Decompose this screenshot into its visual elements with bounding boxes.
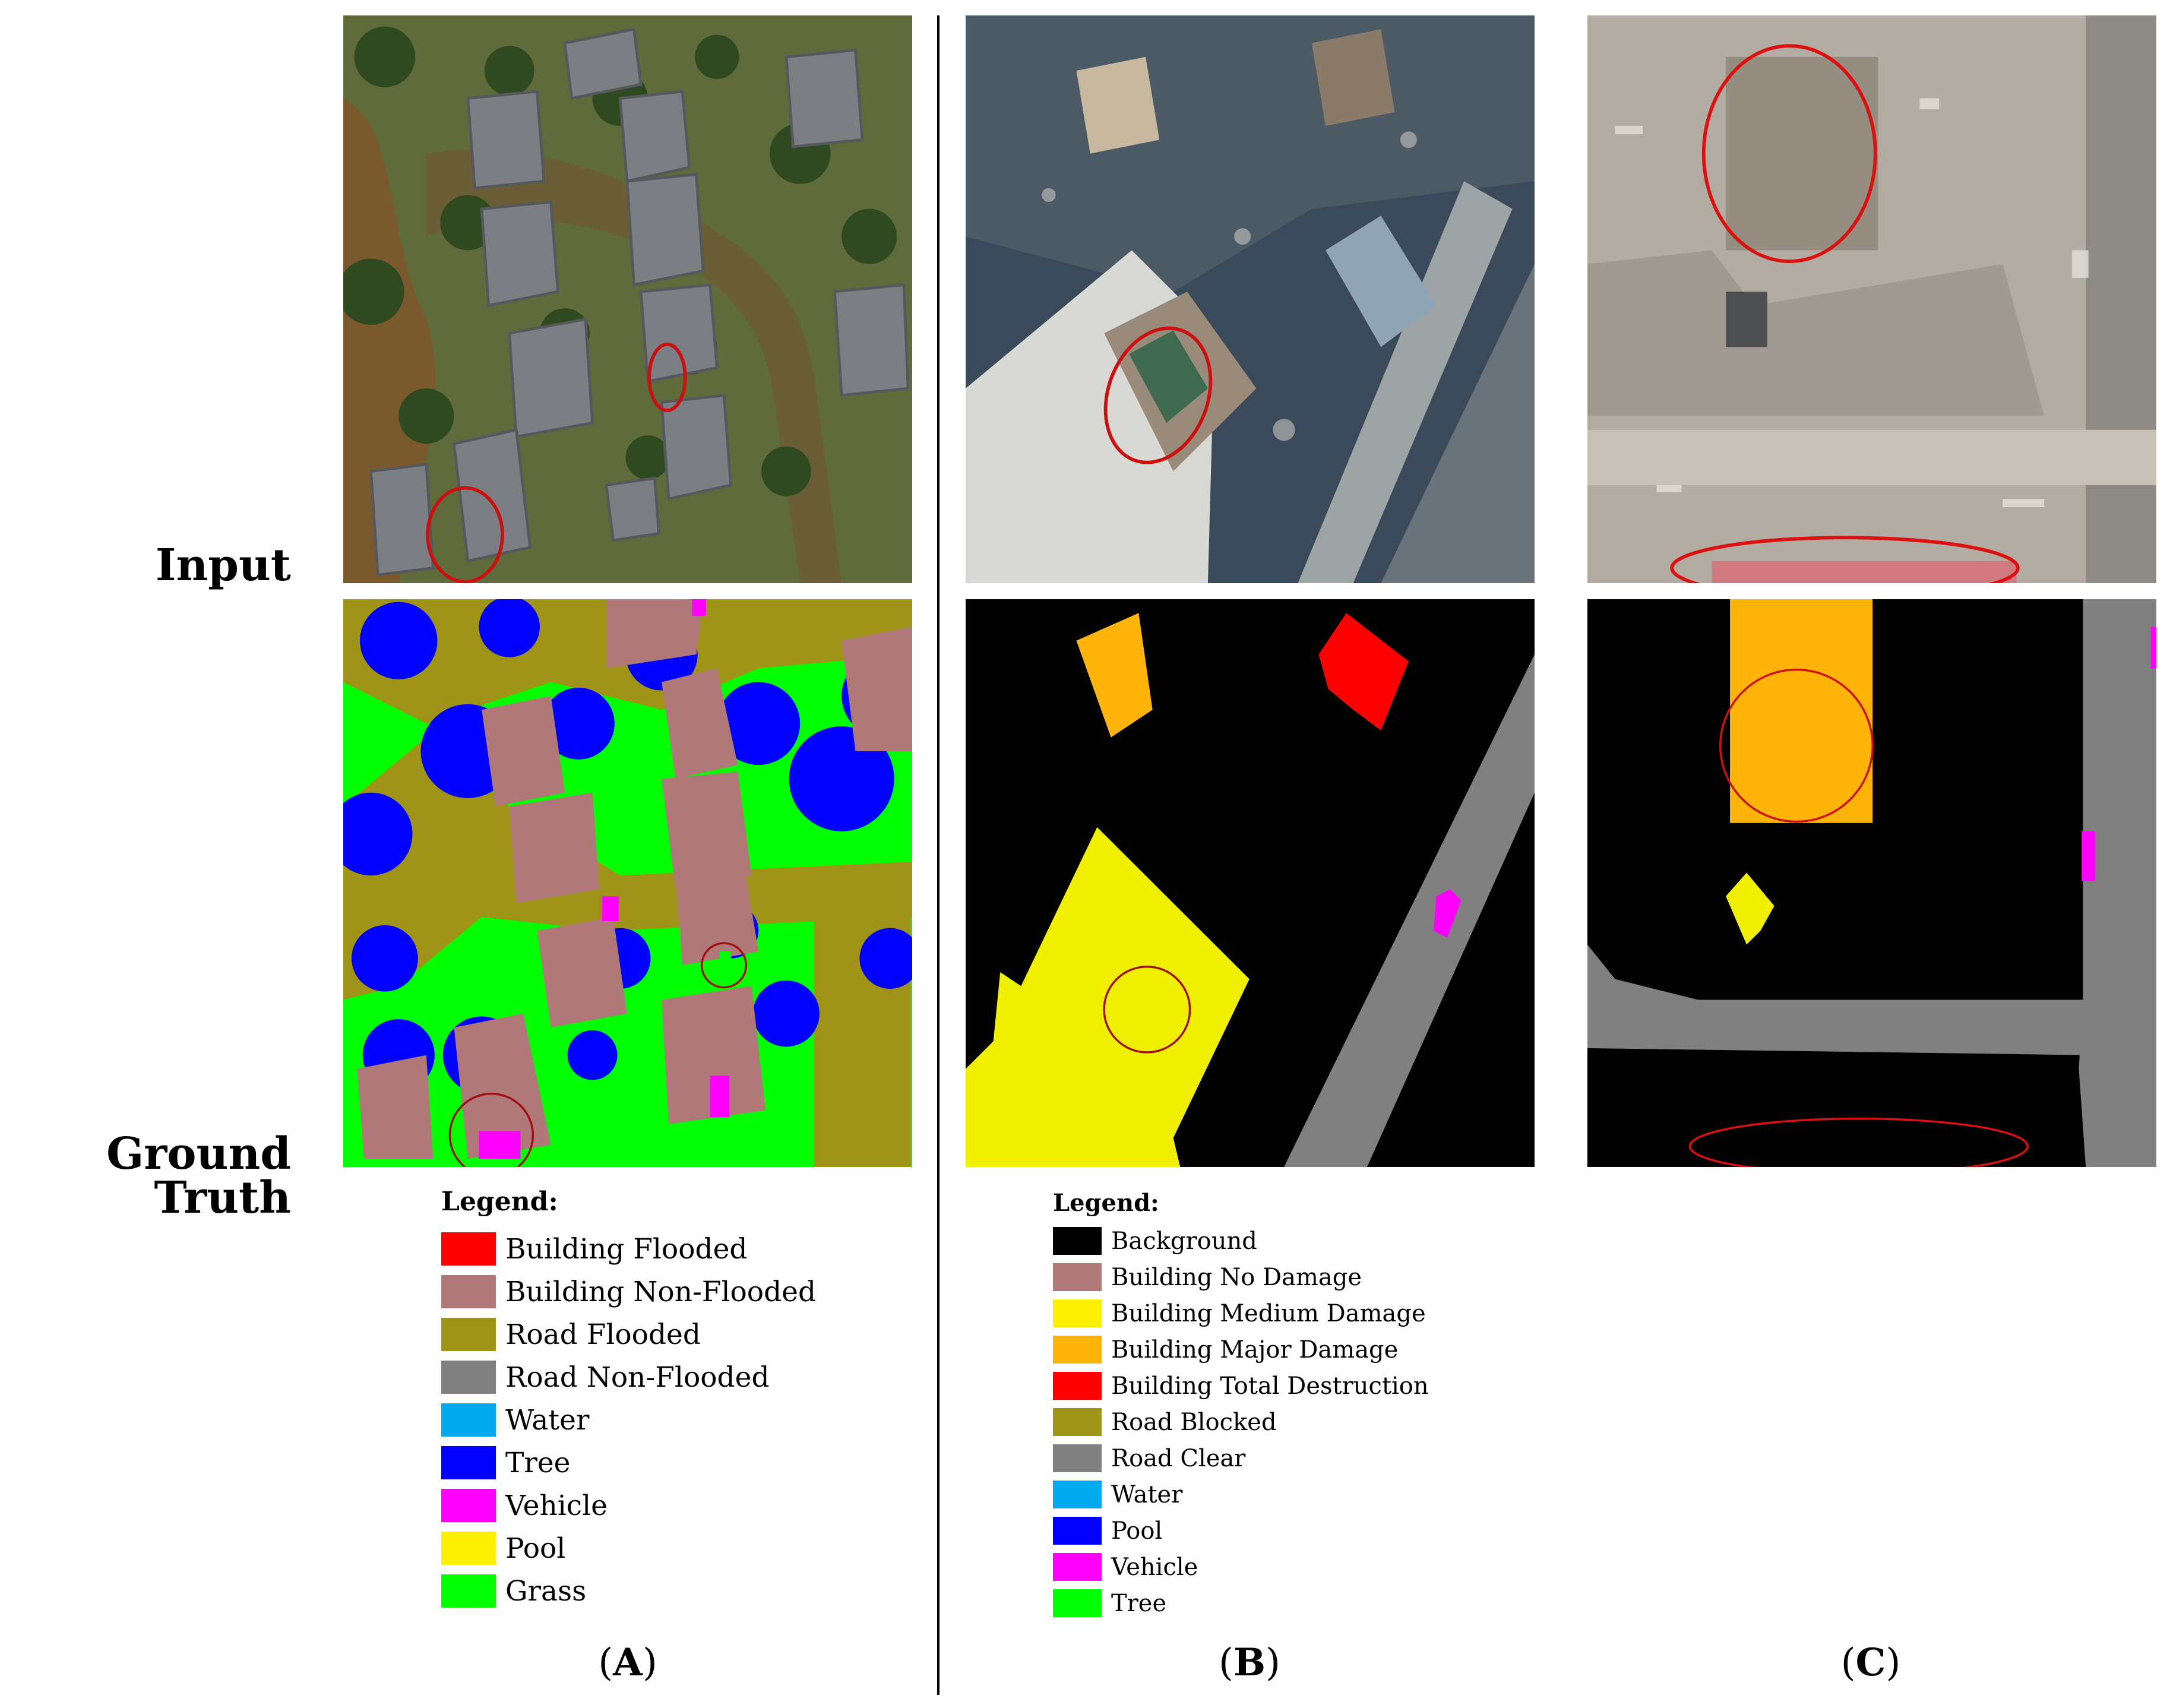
legend-swatch bbox=[441, 1574, 496, 1608]
ground-truth-b bbox=[966, 599, 1535, 1167]
legend-swatch bbox=[1053, 1589, 1102, 1617]
input-image-a bbox=[343, 15, 912, 583]
legend-item: Vehicle bbox=[441, 1484, 816, 1527]
legend-b: Legend: Background Building No Damage Buil… bbox=[1053, 1189, 1429, 1621]
legend-swatch bbox=[1053, 1553, 1102, 1581]
legend-swatch bbox=[1053, 1408, 1102, 1436]
legend-a: Legend: Building Flooded Building Non-Flo… bbox=[441, 1187, 816, 1612]
legend-label: Building Total Destruction bbox=[1111, 1372, 1429, 1400]
legend-swatch bbox=[1053, 1263, 1102, 1291]
legend-item: Building Non-Flooded bbox=[441, 1270, 816, 1313]
legend-item: Water bbox=[1053, 1476, 1429, 1513]
legend-label: Grass bbox=[505, 1574, 587, 1608]
legend-swatch bbox=[441, 1318, 496, 1351]
legend-swatch bbox=[441, 1489, 496, 1522]
row-label-input: Input bbox=[155, 540, 291, 591]
legend-item: Road Flooded bbox=[441, 1313, 816, 1356]
legend-label: Tree bbox=[505, 1446, 571, 1479]
legend-item: Building Major Damage bbox=[1053, 1331, 1429, 1368]
legend-label: Water bbox=[505, 1403, 590, 1437]
legend-item: Road Non-Flooded bbox=[441, 1356, 816, 1399]
legend-label: Pool bbox=[1111, 1517, 1163, 1545]
ground-truth-a bbox=[343, 599, 912, 1167]
legend-label: Water bbox=[1111, 1481, 1183, 1508]
legend-b-title: Legend: bbox=[1053, 1189, 1159, 1217]
panel-label-a: (A) bbox=[598, 1640, 657, 1685]
legend-item: Background bbox=[1053, 1223, 1429, 1259]
input-image-b bbox=[966, 15, 1535, 583]
legend-swatch bbox=[441, 1232, 496, 1266]
legend-swatch bbox=[1053, 1481, 1102, 1508]
legend-item: Water bbox=[441, 1399, 816, 1441]
column-divider bbox=[937, 15, 940, 1695]
legend-label: Road Flooded bbox=[505, 1318, 701, 1351]
legend-item: Tree bbox=[1053, 1585, 1429, 1621]
legend-swatch bbox=[1053, 1517, 1102, 1545]
legend-label: Pool bbox=[505, 1532, 566, 1565]
panel-label-c: (C) bbox=[1840, 1640, 1901, 1685]
row-label-ground-truth: Ground Truth bbox=[106, 1128, 291, 1223]
legend-label: Road Clear bbox=[1111, 1444, 1246, 1472]
legend-swatch bbox=[441, 1275, 496, 1308]
legend-label: Road Non-Flooded bbox=[505, 1361, 770, 1394]
legend-swatch bbox=[1053, 1336, 1102, 1364]
legend-item: Vehicle bbox=[1053, 1549, 1429, 1585]
legend-label: Vehicle bbox=[505, 1489, 608, 1522]
legend-item: Building No Damage bbox=[1053, 1259, 1429, 1295]
legend-swatch bbox=[1053, 1444, 1102, 1472]
legend-label: Vehicle bbox=[1111, 1553, 1198, 1581]
legend-item: Building Total Destruction bbox=[1053, 1368, 1429, 1404]
legend-a-title: Legend: bbox=[441, 1187, 558, 1217]
legend-swatch bbox=[1053, 1227, 1102, 1255]
legend-label: Building Major Damage bbox=[1111, 1336, 1399, 1364]
legend-swatch bbox=[441, 1361, 496, 1394]
legend-label: Road Blocked bbox=[1111, 1408, 1277, 1436]
legend-label: Background bbox=[1111, 1227, 1257, 1255]
legend-swatch bbox=[1053, 1372, 1102, 1400]
ground-truth-c bbox=[1587, 599, 2156, 1167]
legend-item: Building Medium Damage bbox=[1053, 1295, 1429, 1331]
legend-item: Tree bbox=[441, 1441, 816, 1484]
legend-label: Building Non-Flooded bbox=[505, 1275, 817, 1308]
legend-item: Building Flooded bbox=[441, 1228, 816, 1270]
panel-label-b: (B) bbox=[1218, 1640, 1281, 1685]
legend-swatch bbox=[1053, 1299, 1102, 1327]
legend-item: Pool bbox=[1053, 1513, 1429, 1549]
legend-item: Grass bbox=[441, 1570, 816, 1612]
legend-swatch bbox=[441, 1446, 496, 1479]
legend-label: Building No Damage bbox=[1111, 1263, 1362, 1291]
legend-label: Tree bbox=[1111, 1589, 1167, 1617]
legend-item: Road Clear bbox=[1053, 1440, 1429, 1476]
legend-item: Road Blocked bbox=[1053, 1404, 1429, 1440]
legend-item: Pool bbox=[441, 1527, 816, 1570]
legend-swatch bbox=[441, 1532, 496, 1565]
input-image-c bbox=[1587, 15, 2156, 583]
legend-swatch bbox=[441, 1403, 496, 1437]
legend-label: Building Medium Damage bbox=[1111, 1299, 1426, 1327]
legend-label: Building Flooded bbox=[505, 1232, 748, 1266]
